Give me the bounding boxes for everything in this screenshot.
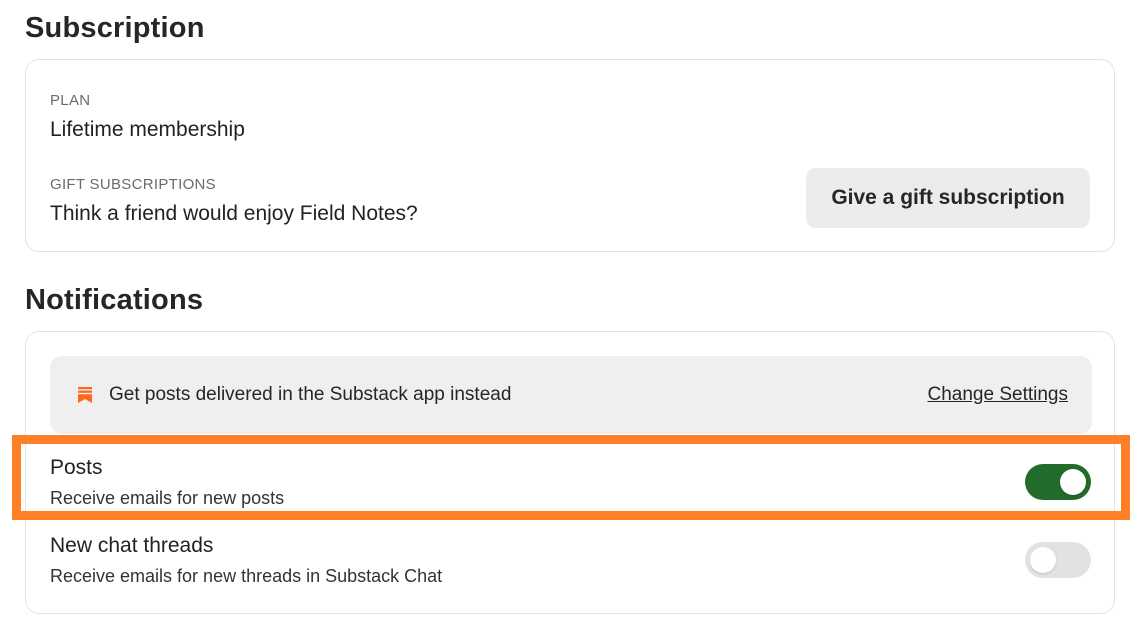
chat-threads-notification-title: New chat threads xyxy=(50,534,214,557)
posts-notification-description: Receive emails for new posts xyxy=(50,488,285,508)
settings-page: Subscription PLAN Lifetime membership GI… xyxy=(0,0,1137,633)
posts-notification-title: Posts xyxy=(50,456,103,479)
chat-threads-email-toggle[interactable] xyxy=(1025,542,1091,578)
posts-email-toggle[interactable] xyxy=(1025,464,1091,500)
notifications-heading: Notifications xyxy=(25,284,204,316)
substack-bookmark-icon xyxy=(78,387,92,403)
plan-label: PLAN xyxy=(50,92,91,109)
substack-app-banner: Get posts delivered in the Substack app … xyxy=(50,356,1092,434)
give-gift-subscription-button[interactable]: Give a gift subscription xyxy=(806,168,1090,228)
subscription-card: PLAN Lifetime membership GIFT SUBSCRIPTI… xyxy=(25,59,1115,252)
notifications-card: Get posts delivered in the Substack app … xyxy=(25,331,1115,614)
chat-threads-notification-description: Receive emails for new threads in Substa… xyxy=(50,566,443,586)
gift-subscriptions-label: GIFT SUBSCRIPTIONS xyxy=(50,176,216,193)
gift-subscriptions-prompt: Think a friend would enjoy Field Notes? xyxy=(50,202,418,225)
substack-app-banner-text: Get posts delivered in the Substack app … xyxy=(109,384,512,405)
toggle-knob xyxy=(1030,547,1056,573)
chat-threads-notification-row: New chat threads Receive emails for new … xyxy=(26,530,1114,600)
toggle-knob xyxy=(1060,469,1086,495)
change-settings-link[interactable]: Change Settings xyxy=(928,384,1069,406)
posts-notification-row: Posts Receive emails for new posts xyxy=(26,452,1114,522)
plan-value: Lifetime membership xyxy=(50,118,245,141)
subscription-heading: Subscription xyxy=(25,12,205,44)
